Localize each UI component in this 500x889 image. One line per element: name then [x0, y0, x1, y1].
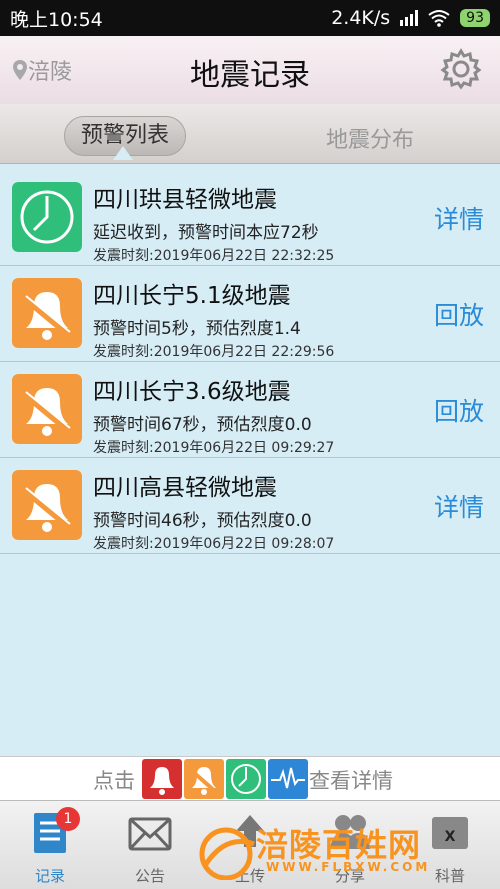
tab-share[interactable]: 分享	[300, 801, 400, 889]
battery-indicator: 93	[460, 9, 490, 27]
wave-blue-icon	[268, 759, 308, 799]
legend-hint-bar: 点击 查看详情	[0, 756, 500, 800]
record-list: 四川珙县轻微地震 延迟收到，预警时间本应72秒 发震时刻:2019年06月22日…	[0, 170, 500, 554]
bell-muted-icon	[12, 374, 82, 444]
list-item[interactable]: 四川珙县轻微地震 延迟收到，预警时间本应72秒 发震时刻:2019年06月22日…	[0, 170, 500, 266]
detail-button[interactable]: 详情	[434, 488, 484, 524]
clock-icon	[12, 182, 82, 252]
record-time: 发震时刻:2019年06月22日 09:28:07	[93, 536, 335, 552]
bell-muted-icon	[12, 278, 82, 348]
record-name: 四川高县轻微地震	[93, 475, 277, 501]
svg-text:X: X	[445, 829, 456, 845]
record-name: 四川长宁5.1级地震	[93, 283, 291, 309]
network-speed: 2.4K/s	[331, 7, 391, 29]
notification-badge: 1	[56, 807, 80, 831]
list-item[interactable]: 四川长宁3.6级地震 预警时间67秒，预估烈度0.0 发震时刻:2019年06月…	[0, 362, 500, 458]
record-time: 发震时刻:2019年06月22日 22:29:56	[93, 344, 335, 360]
tab-pointer	[113, 146, 133, 160]
tab-label: 记录	[34, 867, 65, 885]
bottom-tab-bar: 1 记录 公告 上传 分享 X 科普	[0, 800, 500, 889]
tab-label: 公告	[134, 867, 165, 885]
signal-icon	[400, 10, 419, 26]
tab-science[interactable]: X 科普	[400, 801, 500, 889]
hint-suffix: 查看详情	[309, 769, 393, 793]
hint-prefix: 点击	[93, 769, 135, 793]
bell-orange-icon	[184, 759, 224, 799]
settings-gear-icon[interactable]	[440, 48, 482, 90]
record-name: 四川长宁3.6级地震	[93, 379, 291, 405]
record-time: 发震时刻:2019年06月22日 22:32:25	[93, 248, 335, 264]
detail-button[interactable]: 详情	[434, 200, 484, 236]
record-desc: 预警时间67秒，预估烈度0.0	[93, 415, 312, 435]
bell-red-icon	[142, 759, 182, 799]
book-icon: X	[432, 817, 468, 849]
bell-muted-icon	[12, 470, 82, 540]
status-bar: 晚上10:54 2.4K/s 93	[0, 0, 500, 36]
upload-icon	[236, 815, 264, 847]
list-item[interactable]: 四川长宁5.1级地震 预警时间5秒，预估烈度1.4 发震时刻:2019年06月2…	[0, 266, 500, 362]
segment-tabs: 预警列表 地震分布	[0, 104, 500, 164]
list-item[interactable]: 四川高县轻微地震 预警时间46秒，预估烈度0.0 发震时刻:2019年06月22…	[0, 458, 500, 554]
tab-label: 上传	[234, 867, 265, 885]
tab-quake-distribution[interactable]: 地震分布	[326, 122, 414, 154]
tab-upload[interactable]: 上传	[200, 801, 300, 889]
tab-records[interactable]: 1 记录	[0, 801, 100, 889]
app-header: 涪陵 地震记录	[0, 36, 500, 104]
record-time: 发震时刻:2019年06月22日 09:29:27	[93, 440, 335, 456]
wifi-icon	[428, 10, 450, 27]
mail-icon	[128, 817, 172, 851]
clock-green-icon	[226, 759, 266, 799]
page-title: 地震记录	[190, 58, 310, 93]
status-time: 晚上10:54	[10, 8, 103, 31]
tab-label: 分享	[334, 867, 365, 885]
record-name: 四川珙县轻微地震	[93, 187, 277, 213]
replay-button[interactable]: 回放	[434, 392, 484, 428]
record-desc: 预警时间46秒，预估烈度0.0	[93, 511, 312, 531]
record-desc: 预警时间5秒，预估烈度1.4	[93, 319, 301, 339]
tab-announcements[interactable]: 公告	[100, 801, 200, 889]
record-desc: 延迟收到，预警时间本应72秒	[93, 223, 319, 243]
share-users-icon	[330, 815, 370, 849]
tab-label: 科普	[434, 867, 465, 885]
replay-button[interactable]: 回放	[434, 296, 484, 332]
